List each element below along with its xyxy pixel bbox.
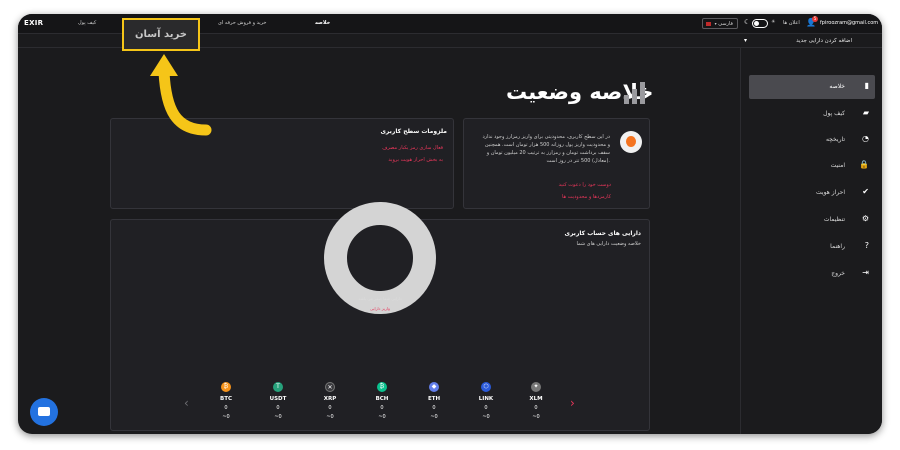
iran-flag-icon (706, 21, 711, 26)
sidebar-item-label: تنظیمات (823, 216, 845, 223)
ripple-icon: ✕ (325, 382, 335, 392)
donut-empty-text: دارایی شما صفر می باشد (358, 296, 402, 301)
requirements-title: ملزومات سطح کاربری (380, 128, 447, 135)
coin-symbol: XLM (529, 396, 543, 402)
bar-chart-icon (624, 80, 646, 104)
highlight-easy-buy[interactable]: خرید آسان (122, 18, 200, 51)
enable-otp-link[interactable]: فعال سازی رمز یکبار مصرف (382, 145, 443, 151)
brand-logo[interactable]: EXIR (24, 19, 43, 27)
coin-amount: 0 (380, 405, 384, 411)
nav-summary[interactable]: خلاصه (315, 20, 330, 26)
user-email[interactable]: fpiroozram@gmail.com (820, 20, 878, 26)
sidebar-item-security[interactable]: امنیت 🔒 (749, 154, 875, 178)
bitcoin-cash-icon: ₿ (377, 382, 387, 392)
invite-friend-link[interactable]: دوست خود را دعوت کنید (559, 182, 611, 188)
nav-pro-trade[interactable]: خرید و فروش حرفه ای (218, 20, 267, 26)
coin-amount: 0 (224, 405, 228, 411)
notifications-label[interactable]: اعلان ها (783, 20, 800, 26)
add-asset-link[interactable]: اضافه کردن دارایی جدید (796, 38, 852, 44)
coin-link[interactable]: ⬡ LINK 0 ~0 (466, 382, 506, 420)
sidebar-item-history[interactable]: تاریخچه ◔ (749, 128, 875, 152)
yellow-arrow-icon (150, 54, 212, 136)
coin-amount: 0 (432, 405, 436, 411)
tether-icon: T (273, 382, 283, 392)
gear-icon: ⚙ (861, 214, 869, 223)
language-select[interactable]: ▾ فارسی (702, 18, 738, 29)
wallet-icon: ▰ (862, 108, 869, 117)
ethereum-icon: ◆ (429, 382, 439, 392)
sidebar-item-label: خلاصه (829, 83, 845, 90)
coin-amount: 0 (276, 405, 280, 411)
go-to-verification-link[interactable]: به بخش احراز هویت بروید (388, 157, 443, 163)
coin-btc[interactable]: ₿ BTC 0 ~0 (206, 382, 246, 420)
user-level-card: در این سطح کاربری، محدودیتی برای واریز ر… (463, 118, 650, 209)
sidebar-item-verification[interactable]: احراز هویت ✔ (749, 181, 875, 205)
sidebar-item-label: امنیت (830, 162, 845, 169)
nav-wallet[interactable]: کیف پول (78, 20, 96, 26)
coin-fiat-value: ~0 (326, 414, 334, 420)
coin-fiat-value: ~0 (222, 414, 230, 420)
sidebar-item-settings[interactable]: تنظیمات ⚙ (749, 208, 875, 232)
lock-icon: 🔒 (859, 160, 869, 169)
app-window: EXIR کیف پول خرید و فروش حرفه ای خلاصه ▾… (18, 14, 882, 434)
sidebar-item-label: کیف پول (823, 110, 845, 117)
assets-title: دارایی های حساب کاربری (564, 230, 641, 237)
coin-fiat-value: ~0 (430, 414, 438, 420)
deposit-link[interactable]: واریز دارایی (348, 306, 412, 311)
level-description: در این سطح کاربری، محدودیتی برای واریز ر… (482, 134, 610, 164)
sidebar-item-help[interactable]: راهنما ? (749, 235, 875, 259)
sidebar-item-label: احراز هویت (816, 189, 845, 196)
notification-badge: 5 (812, 16, 818, 22)
chevron-left-icon[interactable]: ‹ (184, 396, 189, 410)
coin-fiat-value: ~0 (532, 414, 540, 420)
sidebar: خلاصه ▮ کیف پول ▰ تاریخچه ◔ امنیت 🔒 احرا… (740, 48, 882, 434)
caret-down-icon[interactable]: ▾ (744, 37, 747, 44)
coin-fiat-value: ~0 (274, 414, 282, 420)
stellar-icon: ✦ (531, 382, 541, 392)
coin-bch[interactable]: ₿ BCH 0 ~0 (362, 382, 402, 420)
chat-support-button[interactable] (30, 398, 58, 426)
coin-fiat-value: ~0 (482, 414, 490, 420)
sidebar-item-label: تاریخچه (825, 136, 845, 143)
bitcoin-icon: ₿ (221, 382, 231, 392)
coin-symbol: ETH (427, 396, 441, 402)
coin-eth[interactable]: ◆ ETH 0 ~0 (414, 382, 454, 420)
user-level-avatar (620, 131, 642, 153)
coin-fiat-value: ~0 (378, 414, 386, 420)
coin-xrp[interactable]: ✕ XRP 0 ~0 (310, 382, 350, 420)
coin-symbol: LINK (478, 396, 494, 402)
chevron-down-icon: ▾ (714, 21, 717, 26)
language-label: فارسی (718, 21, 733, 27)
coin-amount: 0 (328, 405, 332, 411)
coin-usdt[interactable]: T USDT 0 ~0 (258, 382, 298, 420)
assets-subtitle: خلاصه وضعیت دارایی های شما (576, 241, 641, 247)
bar-chart-icon: ▮ (864, 81, 869, 90)
nav-easy-buy[interactable]: خرید آسان (124, 29, 198, 40)
sun-icon: ☀ (771, 19, 776, 25)
fees-limits-link[interactable]: کارمزدها و محدودیت ها (562, 194, 611, 200)
sidebar-item-summary[interactable]: خلاصه ▮ (749, 75, 875, 99)
logout-icon: ⇥ (862, 268, 869, 277)
chainlink-icon: ⬡ (481, 382, 491, 392)
chevron-right-icon[interactable]: › (570, 396, 575, 410)
theme-toggle[interactable] (752, 19, 768, 28)
moon-icon: ☾ (744, 18, 751, 26)
sidebar-item-label: خروج (831, 270, 845, 277)
coin-xlm[interactable]: ✦ XLM 0 ~0 (516, 382, 556, 420)
sidebar-item-label: راهنما (830, 243, 845, 250)
coin-symbol: XRP (323, 396, 337, 402)
coin-amount: 0 (534, 405, 538, 411)
sidebar-item-wallet[interactable]: کیف پول ▰ (749, 102, 875, 126)
coin-symbol: BCH (375, 396, 389, 402)
help-icon: ? (864, 241, 869, 250)
sidebar-item-logout[interactable]: خروج ⇥ (749, 262, 875, 286)
coin-amount: 0 (484, 405, 488, 411)
history-icon: ◔ (862, 134, 869, 143)
coin-symbol: BTC (220, 396, 232, 402)
coin-symbol: USDT (269, 396, 287, 402)
check-circle-icon: ✔ (862, 187, 869, 196)
